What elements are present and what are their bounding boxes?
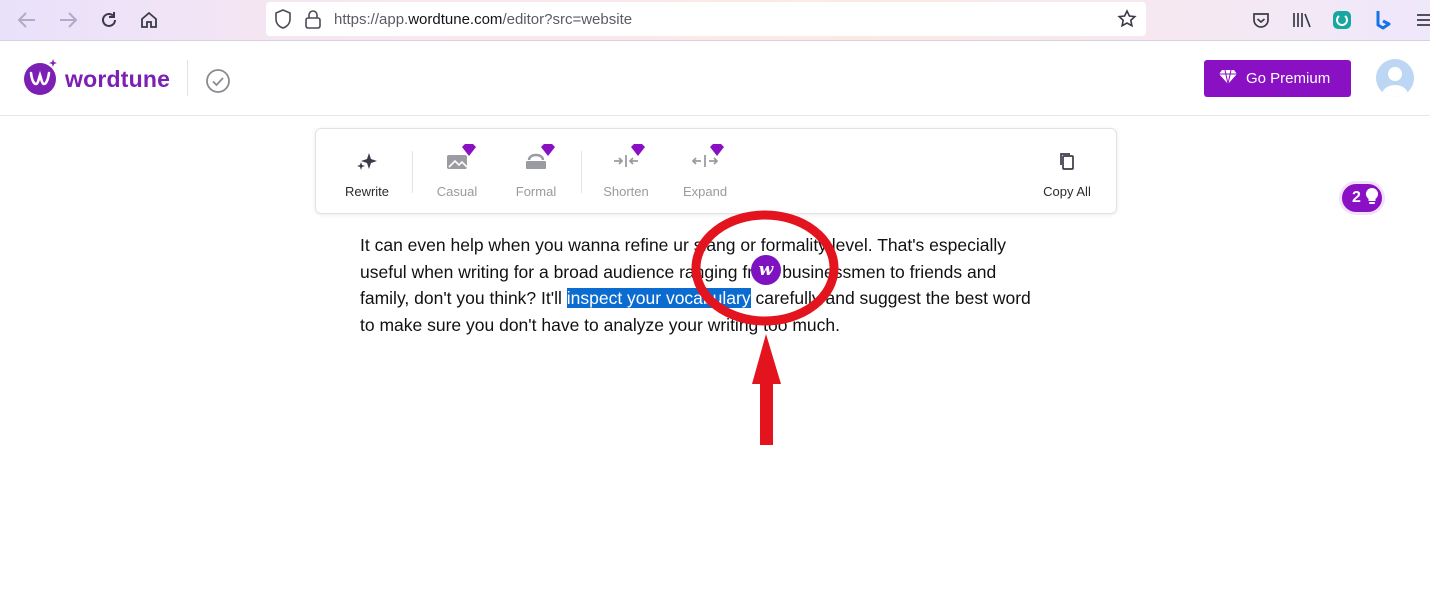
header-divider <box>187 60 188 96</box>
rewrite-toolbar: Rewrite Casual Formal Shorten Expand Cop… <box>315 128 1117 214</box>
copy-all-button[interactable]: Copy All <box>1034 129 1100 213</box>
app-header: wordtune Go Premium <box>0 42 1430 116</box>
go-premium-button[interactable]: Go Premium <box>1204 60 1351 97</box>
annotation-arrow-shaft <box>760 380 773 445</box>
library-icon[interactable] <box>1290 8 1314 32</box>
rewrite-button[interactable]: Rewrite <box>336 129 398 213</box>
shield-icon[interactable] <box>274 9 292 34</box>
casual-button[interactable]: Casual <box>428 129 486 213</box>
address-bar[interactable]: https://app.wordtune.com/editor?src=webs… <box>266 2 1146 36</box>
url-domain: wordtune.com <box>408 11 503 28</box>
copy-all-label: Copy All <box>1043 184 1091 199</box>
premium-gem-icon <box>541 143 555 156</box>
expand-label: Expand <box>682 184 728 199</box>
premium-gem-icon <box>462 143 476 156</box>
editor-line: useful when writing for a broad audience… <box>360 261 997 282</box>
reload-icon[interactable] <box>96 8 122 32</box>
back-icon[interactable] <box>14 8 40 32</box>
editor-line: It can even help when you wanna refine u… <box>360 235 1007 255</box>
bookmark-star-icon[interactable] <box>1117 9 1137 34</box>
formal-button[interactable]: Formal <box>506 129 566 213</box>
suggestions-count: 2 <box>1352 189 1361 206</box>
shorten-label: Shorten <box>603 184 649 199</box>
logo-text[interactable]: wordtune <box>65 66 170 93</box>
wordtune-rewrite-fab-icon[interactable]: w <box>751 255 781 285</box>
casual-icon <box>442 144 476 175</box>
sparkles-icon <box>352 147 382 175</box>
expand-button[interactable]: Expand <box>675 129 735 213</box>
url-prefix: https://app. <box>334 11 409 28</box>
browser-toolbar: https://app.wordtune.com/editor?src=webs… <box>0 0 1430 41</box>
go-premium-label: Go Premium <box>1246 70 1331 87</box>
toolbar-divider <box>581 151 582 193</box>
url-suffix: /editor?src=website <box>502 11 633 28</box>
formal-label: Formal <box>515 184 557 199</box>
shorten-button[interactable]: Shorten <box>596 129 656 213</box>
casual-label: Casual <box>436 184 478 199</box>
text-after-selection: carefully and suggest the best word <box>750 288 1031 308</box>
premium-gem-icon <box>631 143 645 156</box>
formal-icon <box>521 144 555 175</box>
home-icon[interactable] <box>136 8 162 32</box>
suggestions-badge[interactable]: 2 <box>1339 181 1385 215</box>
avatar[interactable] <box>1376 59 1414 97</box>
annotation-arrow-head <box>752 334 781 384</box>
copy-icon <box>1052 147 1082 175</box>
check-circle-icon[interactable] <box>205 68 231 94</box>
premium-gem-icon <box>710 143 724 156</box>
editor-line: to make sure you don't have to analyze y… <box>360 314 840 335</box>
bing-icon[interactable] <box>1371 8 1395 32</box>
text-before-selection: family, don't you think? It'll <box>360 288 567 308</box>
menu-icon[interactable] <box>1412 8 1430 32</box>
lightbulb-icon <box>1365 187 1379 210</box>
editor-text[interactable]: It can even help when you wanna refine u… <box>360 232 1080 338</box>
toolbar-divider <box>412 151 413 193</box>
url-text: https://app.wordtune.com/editor?src=webs… <box>334 11 632 28</box>
forward-icon[interactable] <box>55 8 81 32</box>
pocket-icon[interactable] <box>1249 8 1273 32</box>
extension-icon[interactable] <box>1330 8 1354 32</box>
selected-text[interactable]: inspect your vocabulary <box>566 288 751 308</box>
wordtune-logo-icon[interactable] <box>22 58 60 96</box>
editor-line: family, don't you think? It'll inspect y… <box>360 285 1080 312</box>
diamond-icon <box>1218 69 1238 89</box>
shorten-icon <box>611 144 645 175</box>
lock-icon[interactable] <box>304 9 322 34</box>
expand-icon <box>690 144 724 175</box>
rewrite-label: Rewrite <box>344 184 390 199</box>
